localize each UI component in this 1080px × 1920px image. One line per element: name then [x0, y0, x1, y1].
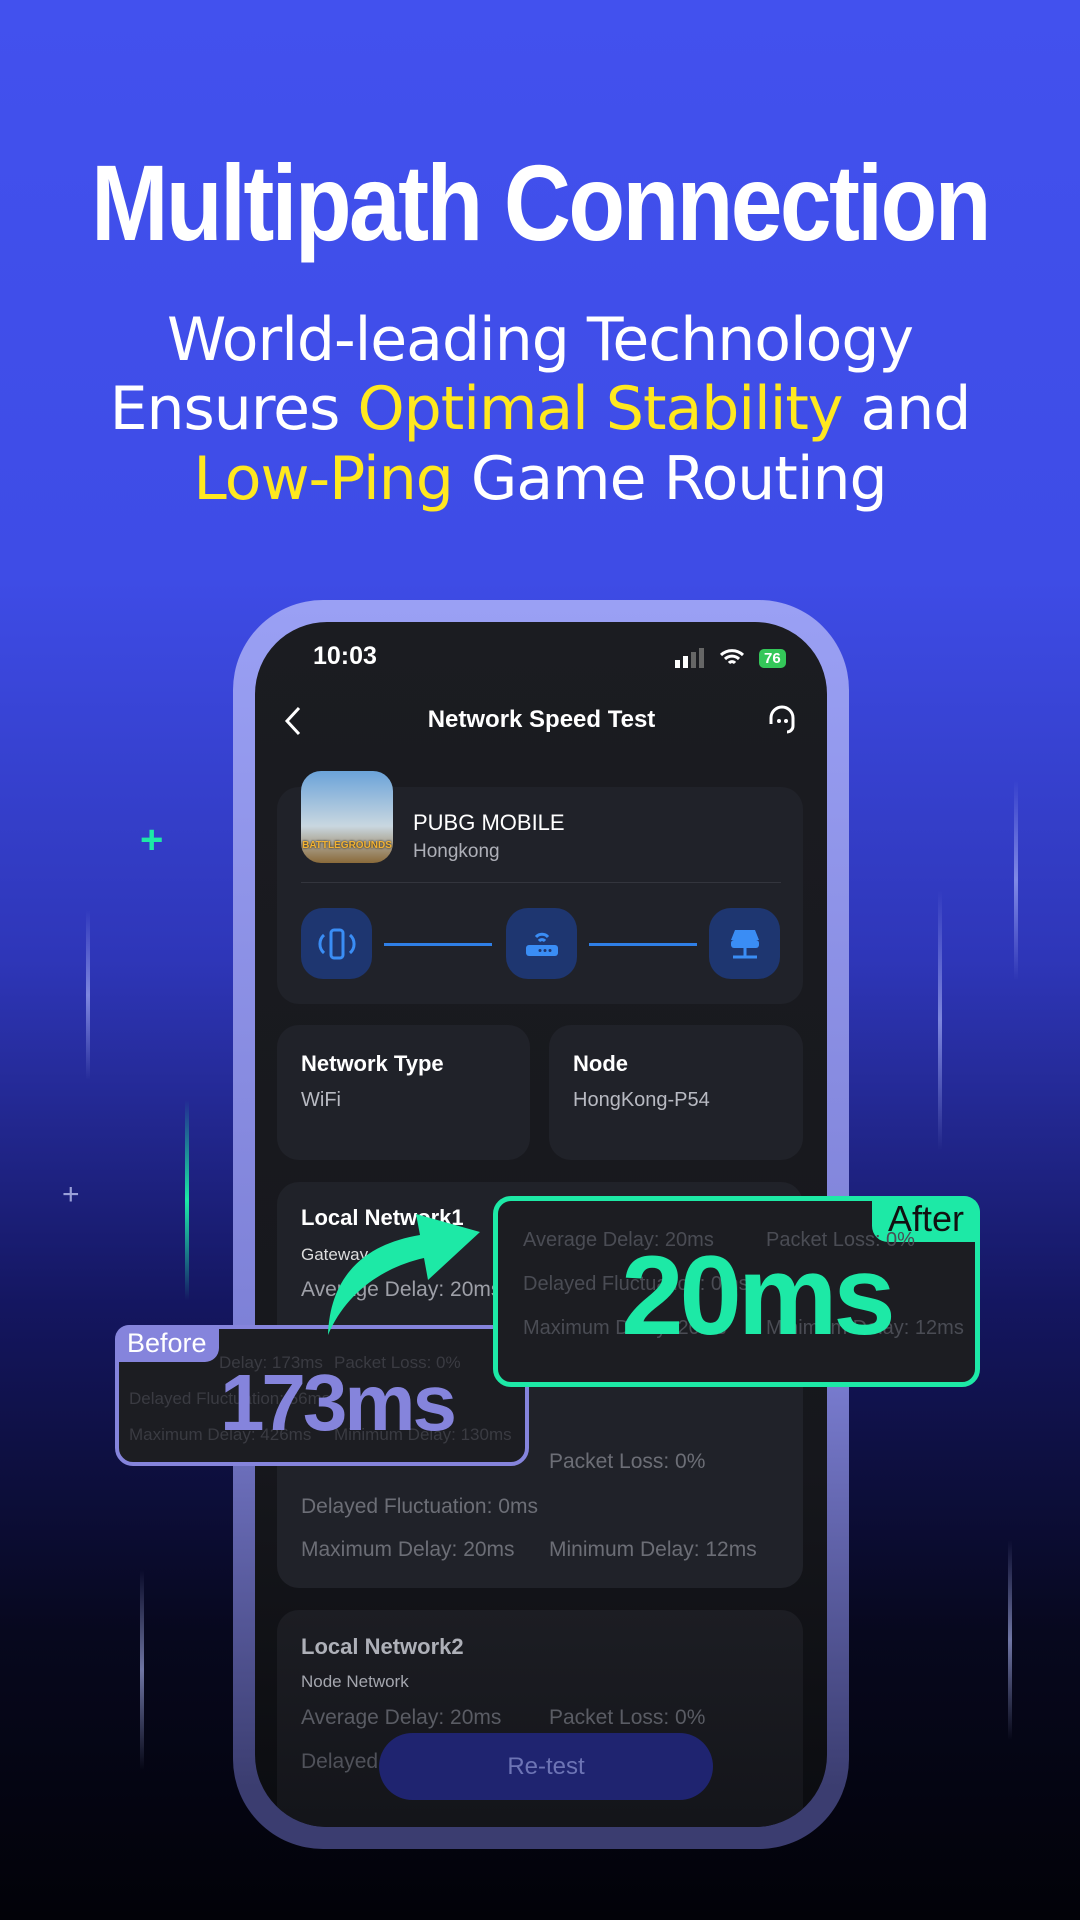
after-delay-value: 20ms	[621, 1233, 895, 1358]
headset-icon[interactable]	[767, 704, 797, 736]
delay-fluctuation: Delayed	[301, 1750, 379, 1773]
min-delay: Minimum Delay: 12ms	[549, 1538, 757, 1561]
avg-delay: Average Delay: 20ms	[301, 1706, 502, 1729]
game-icon-text: BATTLEGROUNDS	[302, 840, 392, 851]
value: HongKong-P54	[573, 1089, 710, 1111]
page-title: Network Speed Test	[427, 706, 656, 733]
highlight-text: Optimal Stability	[357, 374, 843, 444]
card-subtitle: Node Network	[301, 1672, 409, 1691]
wifi-icon	[719, 649, 745, 665]
subtitle-line2: Ensures Optimal Stability and	[0, 374, 1080, 444]
text: Ensures	[109, 374, 358, 444]
label: Network Type	[301, 1051, 444, 1076]
decor-line	[86, 910, 90, 1080]
divider	[301, 882, 781, 883]
decor-line	[938, 890, 942, 1150]
game-name: PUBG MOBILE	[413, 810, 565, 835]
delay-fluctuation: Delayed Fluctuation: 0ms	[301, 1495, 538, 1518]
value: WiFi	[301, 1089, 341, 1111]
after-box: After Average Delay: 20ms Packet Loss: 0…	[493, 1196, 980, 1387]
sparkle-icon: +	[140, 818, 164, 862]
subtitle-line1: World-leading Technology	[167, 305, 914, 375]
node-card: Node HongKong-P54	[549, 1025, 803, 1160]
connection-line	[384, 943, 492, 946]
game-region: Hongkong	[413, 841, 500, 862]
before-delay-value: 173ms	[219, 1358, 457, 1447]
phone-signal-icon	[301, 908, 372, 979]
packet-loss: Packet Loss: 0%	[549, 1450, 706, 1473]
retest-button[interactable]: Re-test	[379, 1733, 713, 1800]
label: Node	[573, 1051, 628, 1076]
server-icon	[709, 908, 780, 979]
decor-line	[1014, 780, 1018, 980]
text: Game Routing	[452, 444, 888, 514]
battery-indicator: 76	[759, 648, 786, 668]
status-time: 10:03	[313, 642, 377, 670]
sparkle-icon: +	[62, 1178, 80, 1211]
network-type-card: Network Type WiFi	[277, 1025, 530, 1160]
highlight-text: Low-Ping	[193, 444, 453, 514]
text: and	[842, 374, 971, 444]
decor-line	[140, 1570, 144, 1770]
max-delay: Maximum Delay: 20ms	[301, 1538, 515, 1561]
signal-icon	[675, 648, 704, 668]
arrow-icon	[328, 1214, 480, 1335]
router-icon	[506, 908, 577, 979]
decor-line	[1008, 1540, 1012, 1740]
card-title: Local Network2	[301, 1634, 464, 1659]
game-icon: BATTLEGROUNDS	[301, 771, 393, 863]
subtitle-line3: Low-Ping Game Routing	[0, 444, 1080, 514]
before-box: Before Delay: 173ms Packet Loss: 0% Dela…	[115, 1325, 529, 1466]
packet-loss: Packet Loss: 0%	[549, 1706, 706, 1729]
connection-line	[589, 943, 697, 946]
decor-line	[185, 1100, 189, 1300]
headline: Multipath Connection	[91, 142, 991, 263]
status-icons: 76	[675, 648, 786, 668]
